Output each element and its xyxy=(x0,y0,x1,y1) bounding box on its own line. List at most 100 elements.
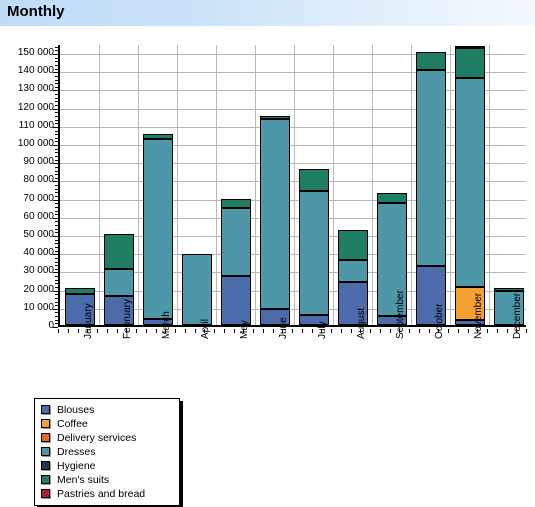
bar-stack[interactable] xyxy=(337,43,368,325)
bar-segment[interactable] xyxy=(337,230,368,261)
y-axis-tick-mark xyxy=(53,72,58,74)
x-axis-tick-mark xyxy=(311,329,313,333)
bar-segment[interactable] xyxy=(64,287,95,295)
y-axis-tick-label: 150 000 xyxy=(17,47,54,59)
legend-item[interactable]: Delivery services xyxy=(41,431,175,444)
y-axis-minor-tick xyxy=(55,305,58,307)
bar-stack[interactable] xyxy=(454,43,485,325)
x-axis-tick-mark xyxy=(457,329,459,333)
y-axis-tick-label: 80 000 xyxy=(23,174,54,186)
bar-segment[interactable] xyxy=(493,287,524,292)
y-axis-minor-tick xyxy=(55,214,58,216)
y-axis-tick-label: 50 000 xyxy=(23,229,54,241)
y-axis-minor-tick xyxy=(55,94,58,96)
panel-header: Monthly xyxy=(0,0,535,26)
bar-stack[interactable] xyxy=(415,43,446,325)
legend-item[interactable]: Men's suits xyxy=(41,473,175,486)
bar-segment[interactable] xyxy=(259,115,290,120)
legend-color-swatch xyxy=(41,433,50,442)
legend-item[interactable]: Hygiene xyxy=(41,459,175,472)
bar-stack[interactable] xyxy=(493,43,524,325)
bar-segment[interactable] xyxy=(103,268,134,296)
x-axis-tick-mark xyxy=(526,329,527,333)
bar-segment[interactable] xyxy=(220,207,251,276)
bar-stack[interactable] xyxy=(220,43,251,325)
x-axis-tick-mark xyxy=(418,329,420,333)
gridline-vertical xyxy=(372,45,373,325)
y-axis-tick-mark xyxy=(53,181,58,183)
legend-item[interactable]: Blouses xyxy=(41,403,175,416)
legend-item-label: Delivery services xyxy=(57,431,137,444)
plot-area xyxy=(58,45,526,327)
x-axis-tick-mark xyxy=(194,329,196,333)
bar-segment[interactable] xyxy=(220,275,251,325)
bar-segment[interactable] xyxy=(454,77,485,287)
legend-item-label: Men's suits xyxy=(57,473,110,486)
gridline-vertical xyxy=(489,45,490,325)
y-axis-minor-tick xyxy=(55,268,58,270)
x-axis-tick-mark xyxy=(496,329,498,333)
y-axis-minor-tick xyxy=(55,50,58,52)
bar-stack[interactable] xyxy=(103,43,134,325)
bar-segment[interactable] xyxy=(298,168,329,192)
bar-segment[interactable] xyxy=(454,45,485,48)
gridline-vertical xyxy=(177,45,178,325)
y-axis-minor-tick xyxy=(55,79,58,81)
bar-stack[interactable] xyxy=(64,43,95,325)
y-axis-minor-tick xyxy=(55,261,58,263)
bar-stack[interactable] xyxy=(259,43,290,325)
gridline-vertical xyxy=(138,45,139,325)
x-axis-tick-mark xyxy=(428,329,430,333)
y-axis-tick-mark xyxy=(53,54,58,56)
x-axis-tick-label: March xyxy=(160,311,172,339)
y-axis-tick-label: 60 000 xyxy=(23,210,54,222)
y-axis-minor-tick xyxy=(55,105,58,107)
chart-legend: Blouses Coffee Delivery services Dresses Hyg… xyxy=(34,398,180,506)
x-axis-tick-mark xyxy=(106,329,108,333)
y-axis-minor-tick xyxy=(55,192,58,194)
y-axis-tick-label: 110 000 xyxy=(18,119,54,131)
bar-segment[interactable] xyxy=(376,193,407,204)
bar-stack[interactable] xyxy=(181,43,212,325)
x-axis-tick-mark xyxy=(58,329,59,333)
bar-segment[interactable] xyxy=(337,260,368,283)
gridline-vertical xyxy=(216,45,217,325)
x-axis-tick-mark xyxy=(136,329,137,333)
y-axis-minor-tick xyxy=(55,228,58,230)
bar-stack[interactable] xyxy=(142,43,173,325)
bar-stack[interactable] xyxy=(298,43,329,325)
x-axis-tick-mark xyxy=(145,329,147,333)
y-axis-minor-tick xyxy=(55,115,58,117)
x-axis-tick-label: August xyxy=(355,307,367,339)
x-axis-tick-label: May xyxy=(238,320,250,339)
bar-segment[interactable] xyxy=(220,199,251,208)
gridline-vertical xyxy=(333,45,334,325)
bar-stack[interactable] xyxy=(376,43,407,325)
bar-segment[interactable] xyxy=(103,234,134,269)
bar-segment[interactable] xyxy=(415,70,446,266)
y-axis-minor-tick xyxy=(55,294,58,296)
bar-segment[interactable] xyxy=(415,52,446,71)
y-axis-minor-tick xyxy=(55,134,58,136)
bar-segment[interactable] xyxy=(142,139,173,319)
page-title: Monthly xyxy=(7,3,65,20)
y-axis-minor-tick xyxy=(55,46,58,48)
legend-item[interactable]: Pastries and bread xyxy=(41,487,175,500)
legend-item[interactable]: Dresses xyxy=(41,445,175,458)
bar-segment[interactable] xyxy=(259,119,290,309)
bar-segment[interactable] xyxy=(298,191,329,315)
x-axis-tick-mark xyxy=(184,329,186,333)
legend-item[interactable]: Coffee xyxy=(41,417,175,430)
bar-segment[interactable] xyxy=(454,47,485,78)
y-axis-minor-tick xyxy=(55,243,58,245)
y-axis-tick-mark xyxy=(53,254,58,256)
bar-segment[interactable] xyxy=(181,254,212,325)
y-axis-tick-label: 0 xyxy=(48,320,54,331)
y-axis-minor-tick xyxy=(55,57,58,59)
y-axis-tick-label: 120 000 xyxy=(17,101,54,113)
y-axis-minor-tick xyxy=(55,323,58,325)
bar-segment[interactable] xyxy=(142,133,173,140)
x-axis-tick-label: January xyxy=(82,303,94,339)
x-axis-tick-label: December xyxy=(511,292,523,339)
y-axis-tick-mark xyxy=(53,217,58,219)
